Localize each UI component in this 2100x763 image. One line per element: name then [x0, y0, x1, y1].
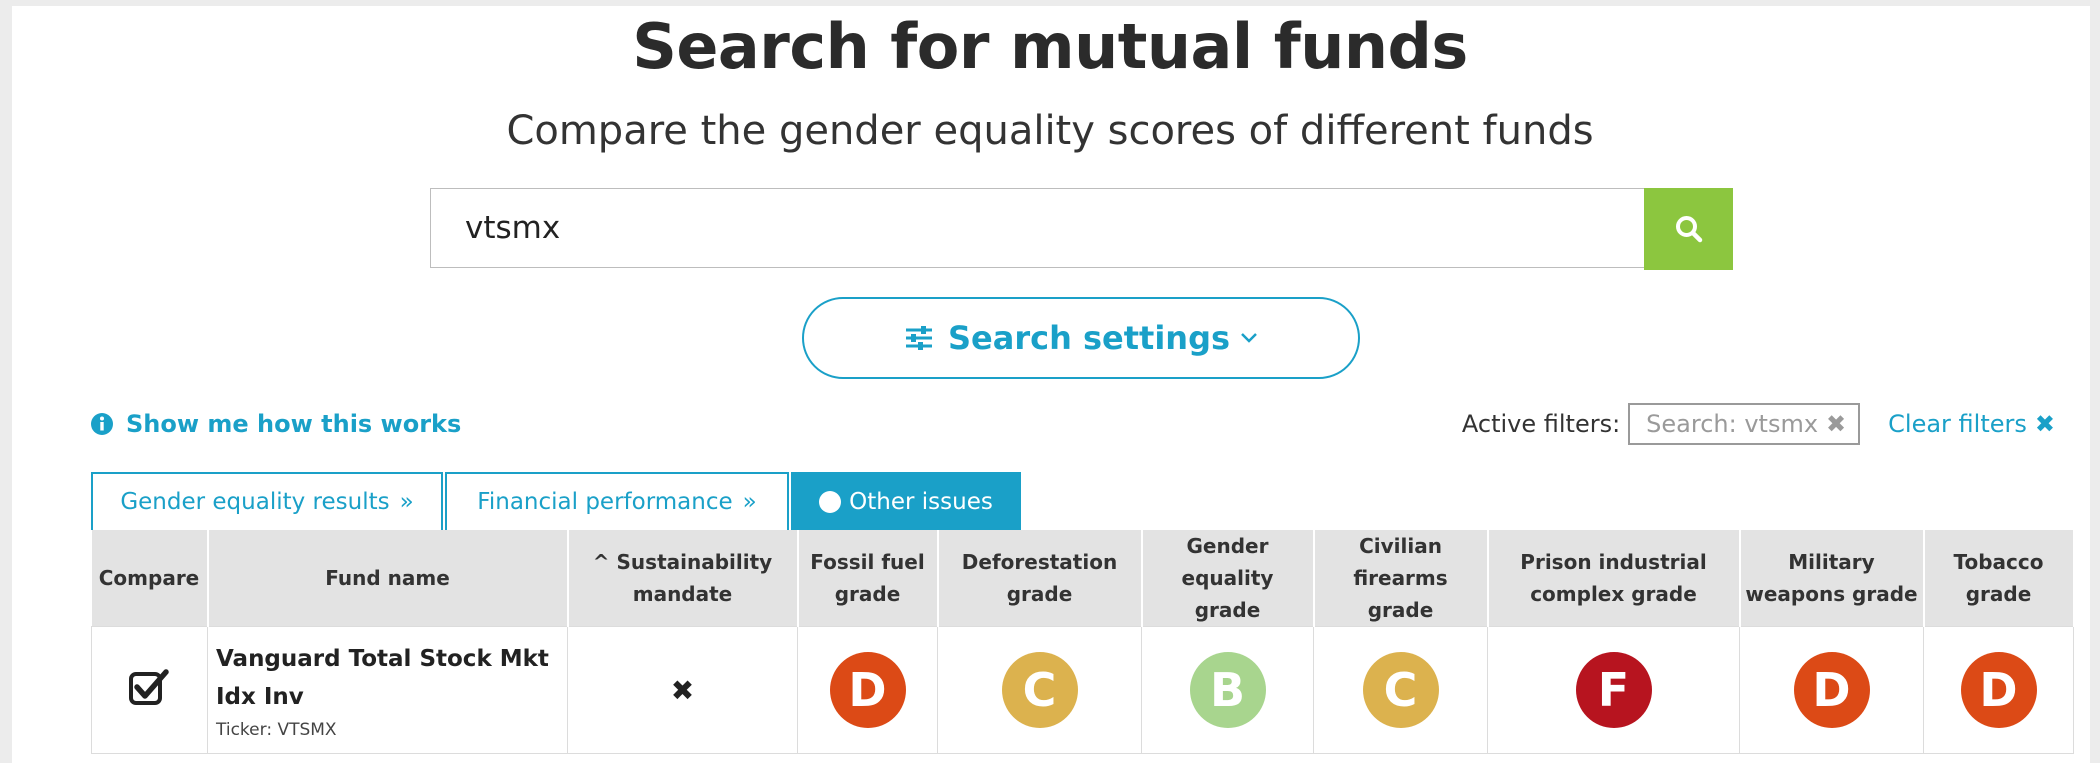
- col-header-fossil-fuel-grade[interactable]: Fossil fuel grade: [797, 530, 939, 627]
- fund-name-link[interactable]: Vanguard Total Stock Mkt Idx Inv: [216, 640, 557, 716]
- table-header-row: Compare Fund name ^ Sustainability manda…: [91, 530, 2075, 627]
- no-mandate-icon: ✖: [670, 673, 695, 707]
- col-header-deforestation-grade[interactable]: Deforestation grade: [937, 530, 1143, 627]
- grade-badge[interactable]: D: [1960, 652, 2037, 728]
- col-header-gender-equality-grade[interactable]: Gender equality grade: [1141, 530, 1315, 627]
- clear-filters-label: Clear filters: [1888, 410, 2027, 438]
- sustainability-mandate-cell: ✖: [567, 626, 798, 754]
- active-filters-label: Active filters:: [1461, 410, 1621, 438]
- tab-label: Financial performance: [477, 489, 733, 515]
- col-header-military-weapons-grade[interactable]: Military weapons grade: [1739, 530, 1925, 627]
- table-row: Vanguard Total Stock Mkt Idx Inv Ticker:…: [91, 626, 2074, 754]
- results-table: Compare Fund name ^ Sustainability manda…: [91, 530, 2075, 754]
- tab-label: Gender equality results: [120, 489, 390, 515]
- col-header-tobacco-grade[interactable]: Tobacco grade: [1923, 530, 2075, 627]
- fund-ticker: Ticker: VTSMX: [216, 720, 337, 740]
- clear-filters-link[interactable]: Clear filters ✖: [1888, 410, 2055, 438]
- checked-checkbox-icon: [128, 669, 169, 705]
- grade-badge[interactable]: D: [829, 652, 906, 728]
- remove-filter-icon[interactable]: ✖: [1826, 410, 1846, 438]
- circle-icon: [819, 491, 842, 513]
- search-bar: [430, 188, 1733, 270]
- search-settings-button[interactable]: Search settings: [802, 297, 1360, 379]
- gender-equality-grade-cell: B: [1141, 626, 1314, 754]
- search-button[interactable]: [1644, 188, 1733, 270]
- tab-gender-equality-results[interactable]: Gender equality results »: [91, 472, 443, 530]
- page-subtitle: Compare the gender equality scores of di…: [506, 108, 1594, 154]
- col-header-compare[interactable]: Compare: [91, 530, 209, 627]
- col-header-label: Sustainability mandate: [616, 550, 773, 606]
- page-title: Search for mutual funds: [632, 10, 1468, 83]
- grade-badge[interactable]: F: [1575, 652, 1652, 728]
- filter-chip-search[interactable]: Search: vtsmx ✖: [1628, 403, 1861, 445]
- grade-badge[interactable]: C: [1001, 652, 1078, 728]
- grade-badge[interactable]: B: [1189, 652, 1266, 728]
- military-weapons-grade-cell: D: [1739, 626, 1924, 754]
- search-input[interactable]: [430, 188, 1644, 268]
- filter-chip-label: Search: vtsmx: [1646, 410, 1819, 438]
- clear-filters-icon: ✖: [2034, 410, 2055, 438]
- compare-checkbox[interactable]: [128, 668, 172, 712]
- info-icon: [91, 413, 113, 435]
- double-chevron-right-icon: »: [399, 489, 414, 515]
- fossil-fuel-grade-cell: D: [797, 626, 938, 754]
- civilian-firearms-grade-cell: C: [1313, 626, 1488, 754]
- tab-other-issues[interactable]: Other issues: [791, 472, 1021, 530]
- fund-name-cell: Vanguard Total Stock Mkt Idx Inv Ticker:…: [207, 626, 568, 754]
- double-chevron-right-icon: »: [742, 489, 757, 515]
- col-header-sustainability-mandate[interactable]: ^ Sustainability mandate: [567, 530, 799, 627]
- col-header-fund-name[interactable]: Fund name: [207, 530, 569, 627]
- results-table-container: Compare Fund name ^ Sustainability manda…: [91, 530, 2075, 754]
- sliders-icon: [905, 326, 932, 350]
- result-tabs: Gender equality results » Financial perf…: [91, 472, 1023, 530]
- active-filters: Active filters: Search: vtsmx ✖ Clear fi…: [1462, 403, 2055, 445]
- chevron-down-icon: [1241, 333, 1257, 343]
- tab-label: Other issues: [849, 489, 993, 515]
- deforestation-grade-cell: C: [937, 626, 1142, 754]
- col-header-prison-industrial-complex-grade[interactable]: Prison industrial complex grade: [1487, 530, 1741, 627]
- sort-asc-icon: ^: [592, 550, 610, 574]
- search-icon: [1675, 216, 1702, 243]
- grade-badge[interactable]: C: [1362, 652, 1439, 728]
- col-header-civilian-firearms-grade[interactable]: Civilian firearms grade: [1313, 530, 1489, 627]
- tobacco-grade-cell: D: [1923, 626, 2074, 754]
- search-settings-label: Search settings: [947, 319, 1231, 357]
- compare-cell: [91, 626, 208, 754]
- show-me-how-label: Show me how this works: [126, 410, 462, 438]
- tab-financial-performance[interactable]: Financial performance »: [445, 472, 789, 530]
- prison-industrial-complex-grade-cell: F: [1487, 626, 1740, 754]
- show-me-how-link[interactable]: Show me how this works: [90, 410, 461, 438]
- grade-badge[interactable]: D: [1793, 652, 1870, 728]
